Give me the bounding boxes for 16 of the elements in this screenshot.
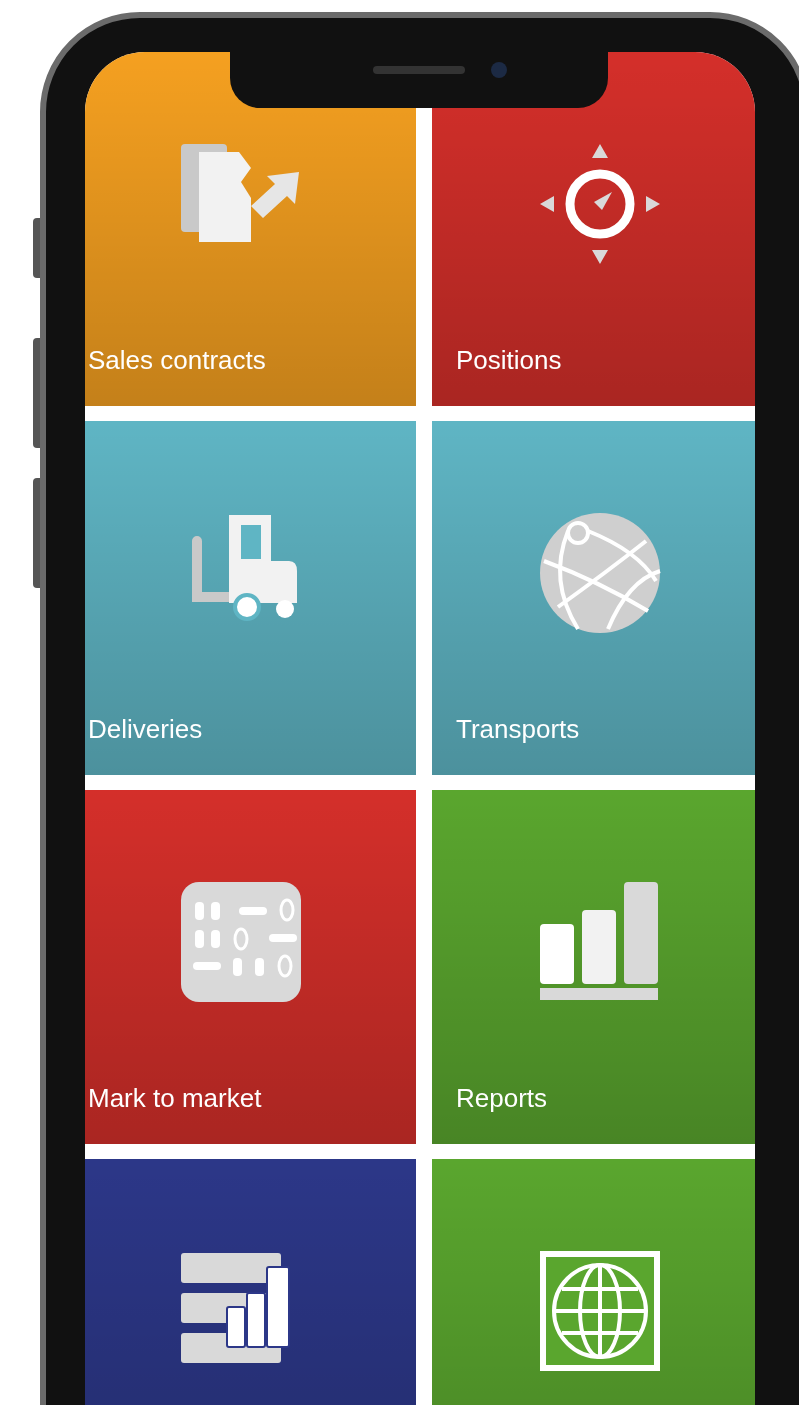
menu-tile[interactable]: Deliveries	[85, 421, 416, 775]
tile-label: Reports	[456, 1082, 549, 1115]
camera-lens	[491, 62, 507, 78]
tile-label: Positions	[456, 344, 563, 377]
framed-globe-icon	[537, 1249, 662, 1373]
menu-tile[interactable]: Reports	[432, 790, 755, 1144]
menu-tile[interactable]: Positions	[432, 52, 755, 406]
tile-label: Mark to market	[88, 1082, 263, 1115]
menu-tile[interactable]: Mark to market	[85, 790, 416, 1144]
abacus-panel-icon	[178, 880, 303, 1004]
tile-label: Deliveries	[88, 713, 204, 746]
tile-label: Transports	[456, 713, 581, 746]
menu-tile[interactable]: Transports	[432, 421, 755, 775]
globe-icon	[537, 511, 662, 635]
menu-tile[interactable]: Sales contracts	[85, 52, 416, 406]
tile-label: Sales contracts	[88, 344, 267, 377]
